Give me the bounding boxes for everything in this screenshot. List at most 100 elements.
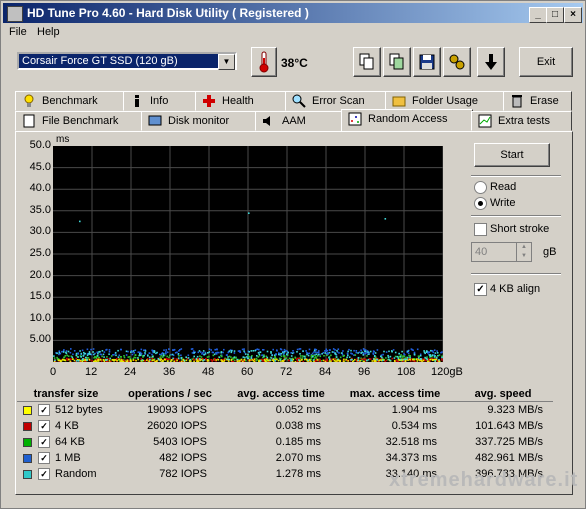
copy-text-button[interactable] [353, 47, 381, 77]
series-checkbox[interactable]: ✓ [38, 420, 50, 433]
short-stroke-spinner[interactable]: ▲ ▼ [516, 242, 532, 262]
download-button[interactable] [477, 47, 505, 77]
data-point-512-bytes [193, 360, 195, 362]
data-point-512-bytes [164, 359, 166, 361]
table-row: ✓ 4 KB 26020 IOPS 0.038 ms 0.534 ms 101.643 M… [17, 418, 553, 434]
tab-disk-monitor[interactable]: Disk monitor [141, 111, 257, 131]
data-point-4-kb [319, 358, 321, 361]
data-point-4-kb [261, 359, 264, 362]
data-point-512-bytes [243, 358, 246, 361]
data-point-random [228, 358, 230, 361]
data-point-random [269, 359, 271, 361]
data-point-64-kb [354, 354, 357, 356]
data-point-64-kb [127, 356, 130, 358]
menu-help[interactable]: Help [37, 26, 60, 38]
data-point-random [284, 350, 286, 353]
data-point-random [382, 359, 384, 362]
data-point-random [420, 358, 423, 360]
save-button[interactable] [413, 47, 441, 77]
data-point-1-mb [416, 348, 419, 351]
data-point-512-bytes [277, 359, 280, 362]
series-checkbox[interactable]: ✓ [38, 468, 50, 481]
series-checkbox[interactable]: ✓ [38, 452, 50, 465]
data-point-random [171, 353, 174, 356]
data-point-random [321, 353, 323, 355]
short-stroke-value-field[interactable]: 40 [471, 242, 517, 262]
data-point-1-mb [325, 348, 327, 351]
data-point-random [259, 351, 262, 353]
minimize-button[interactable]: _ [529, 7, 547, 23]
data-point-512-bytes [118, 358, 120, 360]
data-point-random [149, 359, 151, 361]
data-point-1-mb [319, 353, 321, 356]
file-icon [23, 114, 35, 128]
data-point-1-mb [108, 351, 111, 353]
data-point-512-bytes [197, 359, 199, 361]
tab-info[interactable]: Info [123, 91, 197, 111]
data-point-random [117, 349, 119, 352]
drive-select[interactable]: Corsair Force GT SSD (120 gB) ▼ [17, 52, 237, 70]
tab-error-scan[interactable]: Error Scan [285, 91, 387, 111]
data-point-512-bytes [252, 359, 255, 362]
data-point-64-kb [132, 357, 135, 360]
short-stroke-checkbox[interactable] [474, 223, 487, 236]
data-point-1-mb [192, 350, 195, 352]
start-button[interactable]: Start [474, 143, 550, 167]
data-point-1-mb [180, 348, 183, 350]
data-point-random [180, 356, 183, 359]
data-point-random [398, 352, 400, 355]
exit-button[interactable]: Exit [519, 47, 573, 77]
data-point-64-kb [342, 355, 345, 357]
data-point-512-bytes [328, 360, 331, 362]
read-radio[interactable] [474, 181, 487, 194]
data-point-1-mb [280, 348, 283, 351]
tab-aam[interactable]: AAM [255, 111, 343, 131]
data-point-512-bytes [137, 358, 139, 361]
data-point-random [185, 356, 187, 358]
short-stroke-label: Short stroke [490, 223, 550, 235]
close-button[interactable]: × [564, 7, 582, 23]
data-point-random [282, 351, 284, 354]
options-button[interactable] [443, 47, 471, 77]
data-point-512-bytes [148, 360, 150, 362]
data-point-random [397, 357, 400, 360]
data-point-1-mb [308, 352, 311, 355]
data-point-random [306, 353, 308, 356]
temperature-button[interactable] [251, 47, 277, 77]
tab-file-benchmark[interactable]: File Benchmark [15, 111, 143, 131]
data-point-random [103, 356, 105, 358]
series-checkbox[interactable]: ✓ [38, 404, 50, 417]
data-point-64-kb [330, 354, 332, 357]
data-point-random [96, 354, 99, 357]
data-point-1-mb [283, 348, 286, 351]
maximize-button[interactable]: □ [546, 7, 564, 23]
data-point-512-bytes [223, 359, 226, 362]
data-point-random [315, 353, 318, 356]
tab-benchmark[interactable]: Benchmark [15, 91, 125, 111]
tab-extra-tests[interactable]: Extra tests [471, 111, 572, 131]
copy-image-button[interactable] [383, 47, 411, 77]
data-point-1-mb [125, 354, 128, 356]
drive-select-value: Corsair Force GT SSD (120 gB) [22, 55, 178, 67]
chevron-down-icon[interactable]: ▼ [218, 54, 235, 70]
align-checkbox[interactable]: ✓ [474, 283, 487, 296]
write-radio[interactable] [474, 197, 487, 210]
tab-erase[interactable]: Erase [503, 91, 572, 111]
data-point-512-bytes [68, 358, 70, 361]
tab-health[interactable]: Health [195, 91, 287, 111]
data-point-64-kb [314, 356, 316, 359]
ops-cell: 26020 IOPS [147, 420, 207, 432]
data-point-4-kb [385, 359, 388, 362]
data-point-1-mb [58, 350, 61, 352]
tab-folder-usage[interactable]: Folder Usage [385, 91, 505, 111]
data-point-random [109, 357, 111, 360]
data-point-random [243, 350, 245, 352]
tab-random-access[interactable]: Random Access [341, 109, 473, 132]
menu-file[interactable]: File [9, 26, 27, 38]
data-point-1-mb [348, 348, 350, 351]
data-point-random [304, 357, 306, 360]
data-point-random [206, 352, 209, 354]
transfer-size-cell: ✓ 512 bytes [17, 402, 115, 419]
series-checkbox[interactable]: ✓ [38, 436, 50, 449]
data-point-64-kb [169, 354, 171, 357]
